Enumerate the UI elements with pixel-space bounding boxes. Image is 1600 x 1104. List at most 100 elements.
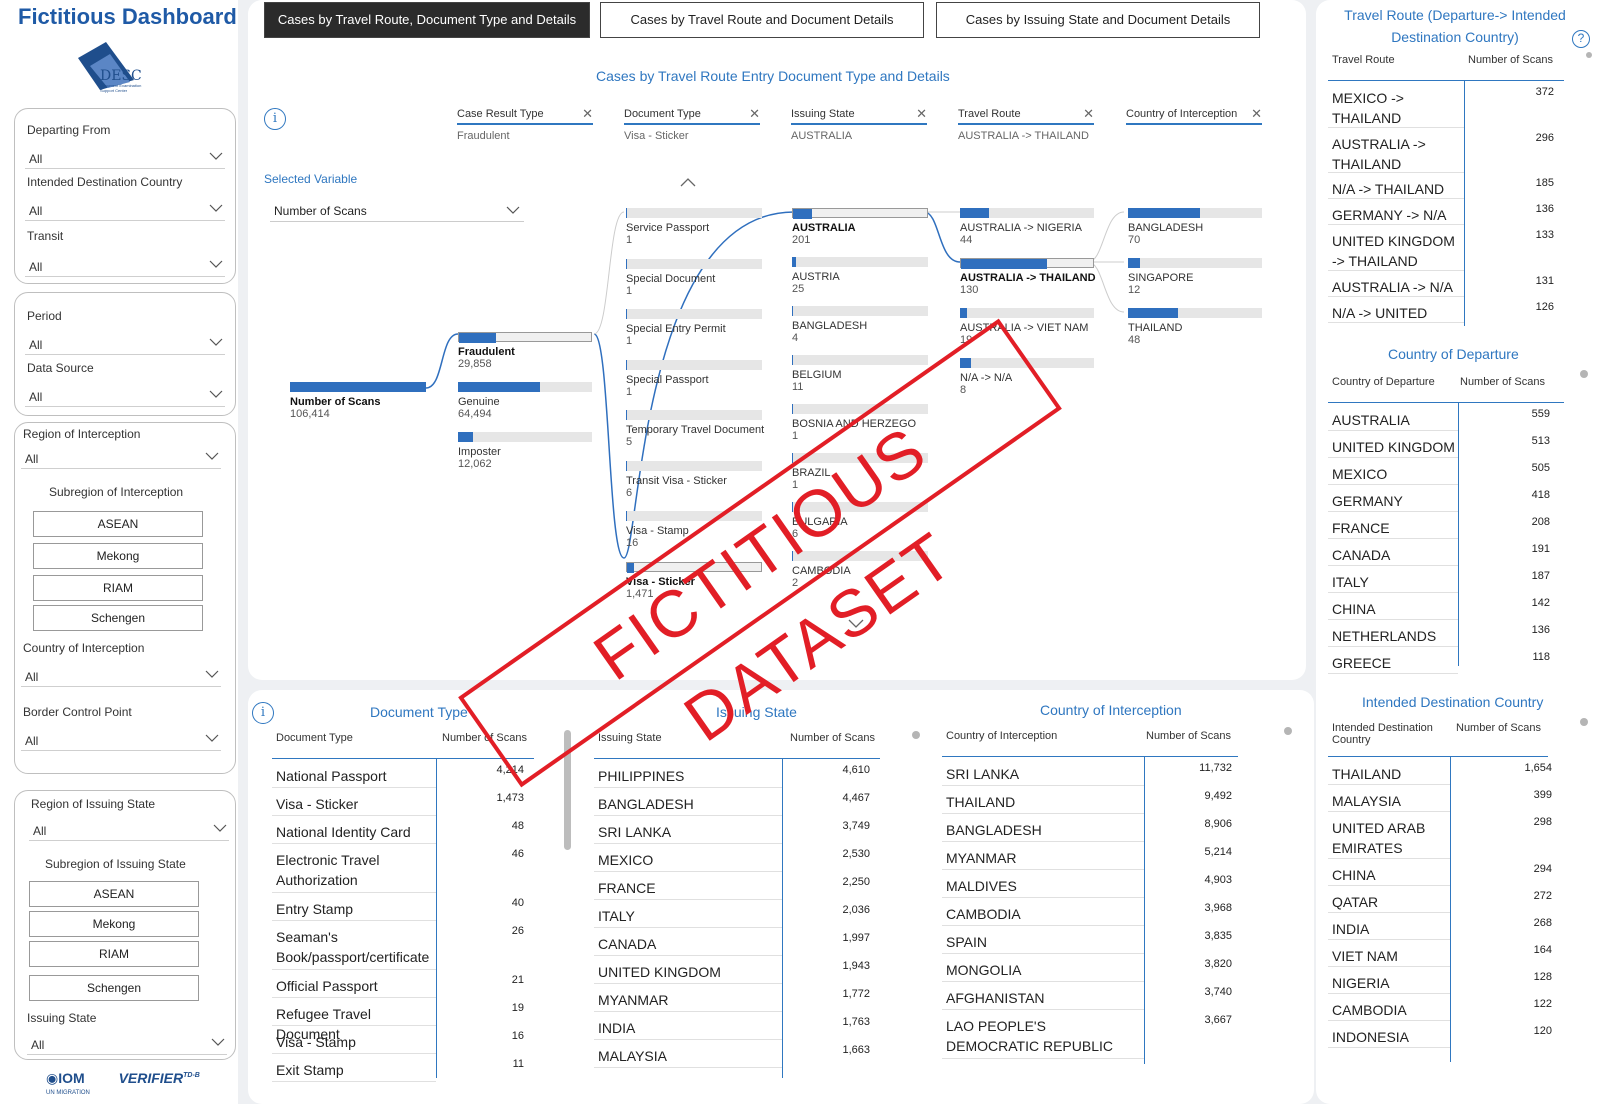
table-row[interactable]: CANADA 191 [1328, 539, 1550, 566]
tree-node-document-type[interactable]: Special Entry Permit 1 [626, 309, 762, 347]
table-row[interactable]: GERMANY -> N/A 136 [1328, 199, 1554, 225]
table-row[interactable]: ITALY 2,036 [594, 900, 870, 928]
table-row[interactable]: NETHERLANDS 136 [1328, 620, 1550, 647]
subregion-interception-mekong-button[interactable]: Mekong [33, 543, 203, 569]
scroll-indicator[interactable] [1580, 370, 1588, 378]
table-row[interactable]: BANGLADESH 8,906 [942, 814, 1232, 842]
table-row[interactable]: N/A -> THAILAND 185 [1328, 173, 1554, 199]
table-row[interactable]: INDIA 1,763 [594, 1012, 870, 1040]
column-header[interactable]: Country of Interception [946, 730, 1116, 742]
table-row[interactable]: UNITED ARAB EMIRATES 298 [1328, 812, 1552, 860]
column-header[interactable]: Number of Scans [1460, 376, 1545, 388]
table-row[interactable]: FRANCE 208 [1328, 512, 1550, 539]
scroll-indicator[interactable] [1580, 718, 1588, 726]
scroll-indicator[interactable] [1284, 727, 1292, 735]
table-row[interactable]: National Passport 4,214 [272, 760, 524, 788]
table-row[interactable]: N/A -> UNITED 126 [1328, 297, 1554, 323]
table-row[interactable]: FRANCE 2,250 [594, 872, 870, 900]
table-row[interactable]: ITALY 187 [1328, 566, 1550, 593]
table-row[interactable]: MEXICO 505 [1328, 458, 1550, 485]
table-row[interactable]: LAO PEOPLE'S DEMOCRATIC REPUBLIC 3,667 [942, 1010, 1232, 1059]
tree-node-issuing-state[interactable]: AUSTRIA 25 [792, 257, 928, 295]
chevron-up-icon[interactable] [680, 176, 696, 188]
level-header-country-interception[interactable]: Country of Interception ✕ [1126, 106, 1262, 130]
table-row[interactable]: CHINA 294 [1328, 859, 1552, 887]
table-row[interactable]: AUSTRALIA -> THAILAND 296 [1328, 128, 1554, 173]
help-icon[interactable]: ? [1572, 30, 1590, 48]
close-icon[interactable]: ✕ [749, 106, 760, 122]
tab-issuing-state-doc-details[interactable]: Cases by Issuing State and Document Deta… [936, 2, 1260, 38]
table-row[interactable]: MYANMAR 5,214 [942, 842, 1232, 870]
level-header-issuing-state[interactable]: Issuing State ✕ AUSTRALIA [791, 106, 927, 142]
tree-node-case-result[interactable]: Imposter 12,062 [458, 432, 592, 470]
column-header[interactable]: Travel Route [1332, 54, 1442, 66]
table-row[interactable]: Electronic Travel Authorization 46 [272, 844, 524, 893]
tree-node-document-type[interactable]: Service Passport 1 [626, 208, 762, 246]
table-row[interactable]: GERMANY 418 [1328, 485, 1550, 512]
table-row[interactable]: UNITED KINGDOM 513 [1328, 431, 1550, 458]
table-row[interactable]: Entry Stamp 40 [272, 893, 524, 921]
table-row[interactable]: UNITED KINGDOM 1,943 [594, 956, 870, 984]
table-row[interactable]: Seaman's Book/passport/certificate 26 [272, 921, 524, 970]
table-row[interactable]: VIET NAM 164 [1328, 940, 1552, 968]
tree-node-country-interception[interactable]: SINGAPORE 12 [1128, 258, 1262, 296]
table-row[interactable]: SRI LANKA 11,732 [942, 758, 1232, 786]
table-row[interactable]: National Identity Card 48 [272, 816, 524, 844]
table-row[interactable]: CHINA 142 [1328, 593, 1550, 620]
table-row[interactable]: Refugee Travel Document 19 [272, 998, 524, 1042]
period-dropdown[interactable]: All [25, 333, 225, 355]
table-row[interactable]: INDIA 268 [1328, 913, 1552, 941]
subregion-issuing-schengen-button[interactable]: Schengen [29, 975, 199, 1001]
table-row[interactable]: NIGERIA 128 [1328, 967, 1552, 995]
tree-node-root[interactable]: Number of Scans 106,414 [290, 382, 426, 420]
intended-destination-dropdown[interactable]: All [25, 199, 225, 221]
subregion-interception-schengen-button[interactable]: Schengen [33, 605, 203, 631]
table-row[interactable]: MEXICO 2,530 [594, 844, 870, 872]
transit-dropdown[interactable]: All [25, 255, 225, 277]
departing-from-dropdown[interactable]: All [25, 147, 225, 169]
close-icon[interactable]: ✕ [916, 106, 927, 122]
table-row[interactable]: MALAYSIA 1,663 [594, 1040, 870, 1068]
tree-node-issuing-state[interactable]: BANGLADESH 4 [792, 306, 928, 344]
data-source-dropdown[interactable]: All [25, 385, 225, 407]
column-header[interactable]: Intended Destination Country [1332, 722, 1442, 746]
scroll-indicator[interactable] [912, 731, 920, 739]
subregion-interception-riam-button[interactable]: RIAM [33, 575, 203, 601]
subregion-issuing-mekong-button[interactable]: Mekong [29, 911, 199, 937]
column-header[interactable]: Country of Departure [1332, 376, 1452, 388]
table-row[interactable]: CAMBODIA 3,968 [942, 898, 1232, 926]
tree-node-travel-route[interactable]: AUSTRALIA -> NIGERIA 44 [960, 208, 1094, 246]
table-row[interactable]: THAILAND 1,654 [1328, 758, 1552, 785]
table-row[interactable]: Exit Stamp 11 [272, 1054, 524, 1082]
column-header[interactable]: Number of Scans [790, 732, 875, 744]
level-header-travel-route[interactable]: Travel Route ✕ AUSTRALIA -> THAILAND [958, 106, 1094, 142]
tab-travel-route-doc-details[interactable]: Cases by Travel Route and Document Detai… [600, 2, 924, 38]
column-header[interactable]: Number of Scans [1146, 730, 1231, 742]
table-row[interactable]: MEXICO -> THAILAND 372 [1328, 82, 1554, 128]
scroll-indicator[interactable] [1586, 52, 1592, 58]
border-control-dropdown[interactable]: All [21, 729, 221, 751]
tree-node-issuing-state[interactable]: AUSTRALIA 201 [792, 208, 928, 246]
level-header-case-result[interactable]: Case Result Type ✕ Fraudulent [457, 106, 593, 142]
table-row[interactable]: QATAR 272 [1328, 886, 1552, 914]
table-row[interactable]: AFGHANISTAN 3,740 [942, 982, 1232, 1010]
table-row[interactable]: Visa - Stamp 16 [272, 1026, 524, 1054]
table-row[interactable]: MALDIVES 4,903 [942, 870, 1232, 898]
subregion-issuing-asean-button[interactable]: ASEAN [29, 881, 199, 907]
tree-node-case-result[interactable]: Genuine 64,494 [458, 382, 592, 420]
table-row[interactable]: CAMBODIA 122 [1328, 994, 1552, 1022]
table-row[interactable]: AUSTRALIA -> N/A 131 [1328, 271, 1554, 297]
table-row[interactable]: MYANMAR 1,772 [594, 984, 870, 1012]
table-row[interactable]: AUSTRALIA 559 [1328, 404, 1550, 431]
table-row[interactable]: Official Passport 21 [272, 970, 524, 998]
subregion-issuing-riam-button[interactable]: RIAM [29, 941, 199, 967]
table-row[interactable]: SPAIN 3,835 [942, 926, 1232, 954]
table-row[interactable]: UNITED KINGDOM -> THAILAND 133 [1328, 225, 1554, 271]
close-icon[interactable]: ✕ [582, 106, 593, 122]
table-row[interactable]: GREECE 118 [1328, 647, 1550, 674]
info-icon[interactable]: i [252, 702, 274, 724]
tree-node-country-interception[interactable]: BANGLADESH 70 [1128, 208, 1262, 246]
column-header[interactable]: Number of Scans [1468, 54, 1553, 66]
table-row[interactable]: MALAYSIA 399 [1328, 785, 1552, 812]
column-header[interactable]: Number of Scans [1456, 722, 1541, 734]
